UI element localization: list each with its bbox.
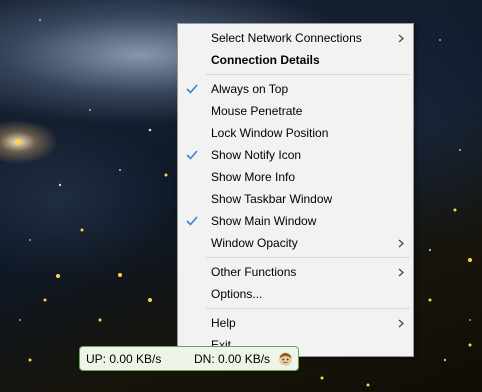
menu-separator — [206, 257, 410, 258]
menu-item-show-more-info[interactable]: Show More Info — [178, 167, 413, 189]
submenu-arrow-icon — [398, 319, 404, 328]
submenu-arrow-icon — [398, 239, 404, 248]
menu-item-label: Window Opacity — [211, 236, 298, 250]
menu-separator — [206, 74, 410, 75]
menu-item-label: Select Network Connections — [211, 31, 362, 45]
download-speed: DN: 0.00 KB/s — [194, 352, 271, 366]
menu-item-lock-window-position[interactable]: Lock Window Position — [178, 123, 413, 145]
menu-item-label: Connection Details — [211, 53, 320, 67]
menu-item-connection-details[interactable]: Connection Details — [178, 50, 413, 72]
menu-item-show-notify-icon[interactable]: Show Notify Icon — [178, 145, 413, 167]
menu-item-label: Lock Window Position — [211, 126, 329, 140]
checkmark-icon — [186, 150, 198, 160]
menu-item-label: Show Notify Icon — [211, 148, 302, 162]
submenu-arrow-icon — [398, 268, 404, 277]
submenu-arrow-icon — [398, 34, 404, 43]
menu-item-select-network-connections[interactable]: Select Network Connections — [178, 28, 413, 50]
menu-item-label: Show Main Window — [211, 214, 317, 228]
menu-item-label: Other Functions — [211, 265, 297, 279]
menu-item-options[interactable]: Options... — [178, 284, 413, 306]
checkmark-icon — [186, 84, 198, 94]
menu-item-show-taskbar-window[interactable]: Show Taskbar Window — [178, 189, 413, 211]
menu-separator — [206, 308, 410, 309]
menu-item-other-functions[interactable]: Other Functions — [178, 262, 413, 284]
menu-item-window-opacity[interactable]: Window Opacity — [178, 233, 413, 255]
checkmark-icon — [186, 216, 198, 226]
menu-item-always-on-top[interactable]: Always on Top — [178, 79, 413, 101]
menu-item-label: Mouse Penetrate — [211, 104, 303, 118]
mascot-icon — [279, 352, 292, 366]
menu-item-label: Options... — [211, 287, 263, 301]
menu-item-label: Show Taskbar Window — [211, 192, 333, 206]
menu-item-mouse-penetrate[interactable]: Mouse Penetrate — [178, 101, 413, 123]
menu-item-label: Help — [211, 316, 236, 330]
menu-item-help[interactable]: Help — [178, 313, 413, 335]
context-menu: Select Network Connections Connection De… — [177, 23, 414, 357]
speed-status-bar[interactable]: UP: 0.00 KB/s DN: 0.00 KB/s — [79, 346, 299, 371]
menu-item-label: Always on Top — [211, 82, 289, 96]
menu-item-label: Show More Info — [211, 170, 296, 184]
upload-speed: UP: 0.00 KB/s — [86, 352, 162, 366]
menu-item-show-main-window[interactable]: Show Main Window — [178, 211, 413, 233]
